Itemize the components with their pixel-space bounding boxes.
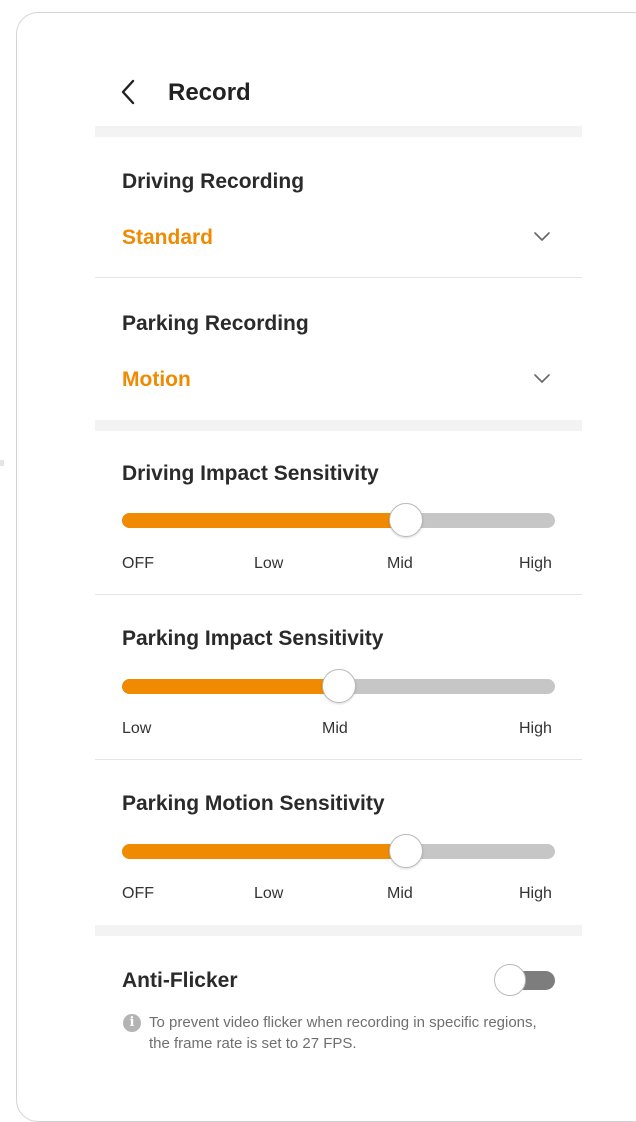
parking-recording-value[interactable]: Motion [122,368,191,392]
info-icon: i [123,1014,141,1032]
tick-label: High [519,555,552,572]
slider-handle[interactable] [389,503,424,537]
slider-fill [122,513,407,528]
tick-label: Mid [387,885,413,902]
anti-flicker-info: To prevent video flicker when recording … [149,1014,537,1052]
slider-fill [122,844,407,859]
back-button[interactable] [116,78,142,106]
chevron-down-icon[interactable] [532,231,552,243]
side-handle [0,460,4,466]
divider [95,594,582,595]
anti-flicker-toggle[interactable] [494,964,555,996]
driving-recording-value[interactable]: Standard [122,226,213,250]
driving-impact-label: Driving Impact Sensitivity [122,462,379,485]
tick-label: Mid [322,720,348,737]
chevron-left-icon [121,79,135,105]
parking-recording-label: Parking Recording [122,312,309,335]
tick-label: OFF [122,555,154,572]
tick-label: Low [254,555,284,572]
parking-impact-label: Parking Impact Sensitivity [122,627,384,650]
tick-label: High [519,720,552,737]
divider [95,759,582,760]
slider-handle[interactable] [389,834,424,868]
parking-impact-slider[interactable] [122,669,555,703]
anti-flicker-label: Anti-Flicker [122,969,238,992]
page-title: Record [168,79,251,106]
tick-label: High [519,885,552,902]
driving-recording-label: Driving Recording [122,170,305,193]
parking-motion-label: Parking Motion Sensitivity [122,792,385,815]
tick-label: Low [122,720,152,737]
section-separator [95,925,582,936]
toggle-knob [494,964,526,996]
tick-label: Mid [387,555,413,572]
divider [95,277,582,278]
tick-label: Low [254,885,284,902]
chevron-down-icon[interactable] [532,373,552,385]
driving-impact-slider[interactable] [122,503,555,537]
section-separator [95,420,582,431]
parking-motion-slider[interactable] [122,834,555,868]
slider-handle[interactable] [321,669,356,703]
tick-label: OFF [122,885,154,902]
slider-fill [122,679,339,694]
section-separator [95,126,582,137]
